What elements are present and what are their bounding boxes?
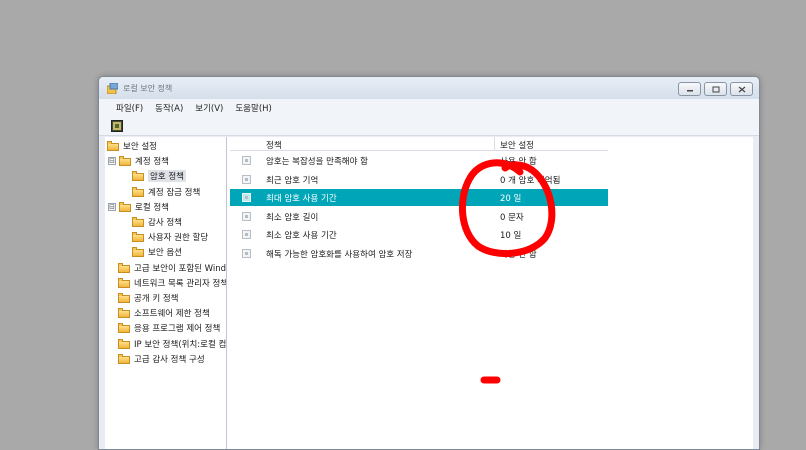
tree-item[interactable]: 사용자 권한 할당 <box>132 230 208 244</box>
policy-row[interactable]: 최근 암호 기억 0 개 암호 기억됨 <box>230 171 608 188</box>
folder-icon <box>118 323 130 334</box>
policy-row[interactable]: 암호는 복잡성을 만족해야 함 사용 안 함 <box>230 152 608 169</box>
menu-action[interactable]: 동작(A) <box>155 102 183 114</box>
tree-item[interactable]: IP 보안 정책(위치:로컬 컴퓨터) <box>118 337 227 351</box>
folder-icon <box>107 141 119 151</box>
policy-row[interactable]: 최소 암호 길이 0 문자 <box>230 208 608 225</box>
folder-icon <box>118 262 130 273</box>
tree-item[interactable]: 네트워크 목록 관리자 정책 <box>118 276 227 290</box>
policy-setting: 사용 안 함 <box>500 249 537 260</box>
tree-expander[interactable]: ⊟ <box>108 157 116 166</box>
tree-item[interactable]: 계정 잠금 정책 <box>132 185 200 199</box>
menu-help[interactable]: 도움말(H) <box>235 102 271 114</box>
tree-item-label: 네트워크 목록 관리자 정책 <box>134 278 227 289</box>
local-security-policy-window: 로컬 보안 정책 파일(F) 동작(A) 보기(V) 도움말(H) 보안 설정 ⊟… <box>98 76 760 450</box>
tree-item[interactable]: 보안 옵션 <box>132 245 182 259</box>
policy-icon <box>242 193 251 202</box>
tree-item[interactable]: 고급 보안이 포함된 Windows 방화벽 <box>118 261 227 275</box>
policy-icon <box>242 174 251 184</box>
folder-icon <box>132 186 144 197</box>
tree-item-label: 로컬 정책 <box>135 202 169 213</box>
console-tree-icon[interactable] <box>111 120 123 132</box>
column-header-setting[interactable]: 보안 설정 <box>500 139 534 151</box>
folder-icon <box>132 232 144 243</box>
tree-item-label: IP 보안 정책(위치:로컬 컴퓨터) <box>134 339 227 350</box>
tree-item[interactable]: 감사 정책 <box>132 215 182 229</box>
security-policy-app-icon <box>107 83 118 94</box>
tree-item-label: 응용 프로그램 제어 정책 <box>134 324 221 335</box>
tree-item[interactable]: 응용 프로그램 제어 정책 <box>118 321 220 335</box>
tree-item-label: 고급 감사 정책 구성 <box>134 354 205 365</box>
close-icon <box>738 86 745 92</box>
policy-name: 최소 암호 사용 기간 <box>266 231 337 241</box>
close-button[interactable] <box>730 82 753 96</box>
title-bar: 로컬 보안 정책 <box>99 77 759 99</box>
policy-setting: 0 문자 <box>500 212 524 223</box>
policy-name: 해독 가능한 암호화를 사용하여 암호 저장 <box>266 249 413 260</box>
tree-item-label: 보안 설정 <box>123 142 157 152</box>
tree-item-label: 감사 정책 <box>148 218 182 228</box>
menu-view[interactable]: 보기(V) <box>195 102 223 114</box>
policy-row[interactable]: 최소 암호 사용 기간 10 일 <box>230 226 608 243</box>
policy-name: 최대 암호 사용 기간 <box>266 194 337 204</box>
folder-icon <box>132 171 144 182</box>
policy-name: 최근 암호 기억 <box>266 175 319 186</box>
folder-icon <box>118 353 130 364</box>
minimize-icon <box>686 90 693 92</box>
folder-icon <box>119 201 131 212</box>
folder-icon <box>118 277 130 288</box>
policy-list: 정책 보안 설정 암호는 복잡성을 만족해야 함 사용 안 함 최근 암호 기억 0 … <box>230 137 753 449</box>
tree-item[interactable]: 공개 키 정책 <box>118 291 179 305</box>
console-tree: 보안 설정 ⊟ 계정 정책암호 정책계정 잠금 정책 ⊟ 로컬 정책감사 정책사용자 권… <box>105 137 227 449</box>
tree-item[interactable]: ⊟ 로컬 정책 <box>108 200 169 214</box>
tree-item-label: 소프트웨어 제한 정책 <box>134 309 210 320</box>
tree-item[interactable]: ⊟ 계정 정책 <box>108 154 169 168</box>
policy-icon <box>242 156 251 165</box>
tree-item-label: 보안 옵션 <box>148 248 182 259</box>
policy-setting: 사용 안 함 <box>500 157 537 167</box>
policy-name: 최소 암호 길이 <box>266 212 319 223</box>
tree-item-label: 계정 잠금 정책 <box>148 187 201 198</box>
folder-icon <box>119 156 131 167</box>
tree-item-label: 고급 보안이 포함된 Windows 방화벽 <box>134 263 227 274</box>
tree-item[interactable]: 보안 설정 <box>107 139 157 153</box>
window-title: 로컬 보안 정책 <box>123 84 173 93</box>
maximize-button[interactable] <box>704 82 727 96</box>
column-separator[interactable] <box>494 137 495 150</box>
tree-item-label: 계정 정책 <box>135 157 169 168</box>
policy-setting: 0 개 암호 기억됨 <box>500 175 561 186</box>
policy-row[interactable]: 최대 암호 사용 기간 20 일 <box>230 189 608 206</box>
list-header: 정책 보안 설정 <box>230 137 608 151</box>
tree-expander[interactable]: ⊟ <box>108 202 116 211</box>
policy-setting: 20 일 <box>500 194 522 204</box>
folder-icon <box>132 247 144 258</box>
policy-icon <box>242 230 251 239</box>
tree-item-label: 공개 키 정책 <box>134 294 179 304</box>
folder-icon <box>118 308 130 319</box>
menu-file[interactable]: 파일(F) <box>116 102 143 114</box>
policy-icon <box>242 248 251 258</box>
policy-row[interactable]: 해독 가능한 암호화를 사용하여 암호 저장 사용 안 함 <box>230 245 608 262</box>
folder-icon <box>118 293 130 303</box>
tree-item-label: 사용자 권한 할당 <box>148 233 209 244</box>
maximize-icon <box>712 86 719 92</box>
policy-name: 암호는 복잡성을 만족해야 함 <box>266 157 368 167</box>
policy-icon <box>242 211 251 221</box>
toolbar <box>99 117 759 136</box>
tree-item[interactable]: 암호 정책 <box>132 169 186 183</box>
tree-item[interactable]: 고급 감사 정책 구성 <box>118 352 205 366</box>
menu-bar: 파일(F) 동작(A) 보기(V) 도움말(H) <box>99 99 759 117</box>
content-area: 보안 설정 ⊟ 계정 정책암호 정책계정 잠금 정책 ⊟ 로컬 정책감사 정책사용자 권… <box>105 137 753 449</box>
policy-setting: 10 일 <box>500 231 522 241</box>
tree-item[interactable]: 소프트웨어 제한 정책 <box>118 306 210 320</box>
ip-security-icon <box>118 338 130 349</box>
column-header-policy[interactable]: 정책 <box>266 139 282 151</box>
tree-item-label: 암호 정책 <box>148 170 186 183</box>
minimize-button[interactable] <box>678 82 701 96</box>
folder-icon <box>132 217 144 227</box>
